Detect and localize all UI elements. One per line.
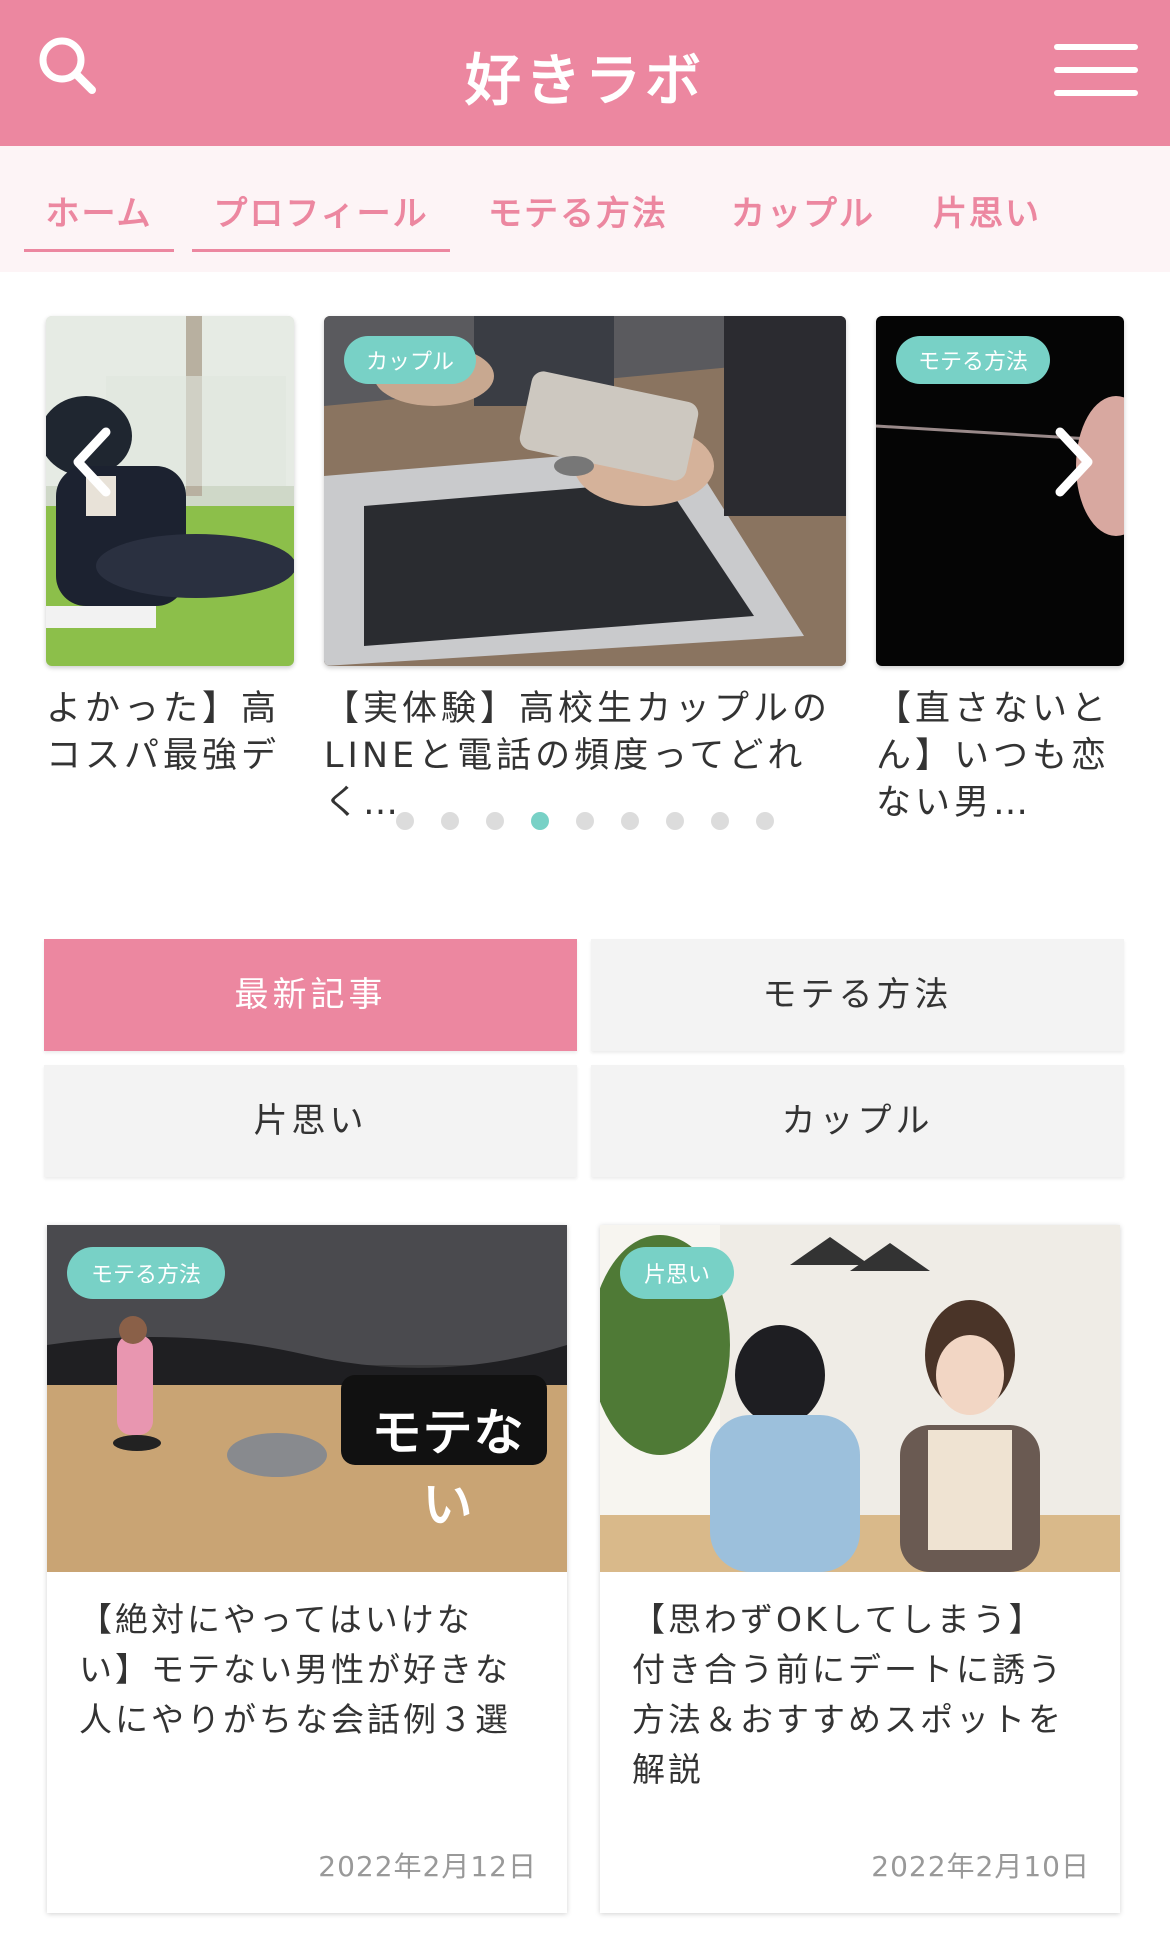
pagination-dot[interactable] [666,812,685,830]
slide-title: よかった】高 コスパ最強デ [46,689,281,776]
slide-image: カップル [324,316,846,666]
tab-latest[interactable]: 最新記事 [44,939,577,1051]
article-thumbnail: 片思い [600,1225,1120,1572]
article-thumbnail: モテない モテる方法 [47,1225,567,1572]
carousel-next-button[interactable] [1048,422,1098,502]
sign-text: モテない [371,1404,525,1534]
article-date: 2022年2月10日 [871,1850,1090,1883]
hamburger-menu-icon[interactable] [1054,44,1138,96]
article-card[interactable]: 片思い 【思わずOKしてしまう】 付き合う前にデートに誘う 方法＆おすすめスポッ… [600,1225,1120,1913]
pagination-dot[interactable] [621,812,640,830]
slide-title: 【直さないと ん】いつも恋 ない男… [876,689,1111,823]
nav-item-couple[interactable]: カップル [718,186,888,252]
article-date: 2022年2月12日 [318,1850,537,1883]
category-nav: ホーム プロフィール モテる方法 カップル 片思い [0,146,1170,272]
category-badge: カップル [344,336,477,384]
nav-item-home[interactable]: ホーム [24,186,174,252]
pagination-dot-active[interactable] [530,812,549,830]
nav-item-kataomoi[interactable]: 片思い [922,186,1052,252]
pagination-dot[interactable] [756,812,775,830]
category-badge: モテる方法 [67,1247,226,1299]
tab-mote[interactable]: モテる方法 [591,939,1124,1051]
pagination-dot[interactable] [395,812,414,830]
tab-kataomoi[interactable]: 片思い [44,1065,577,1177]
site-title[interactable]: 好きラボ [0,36,1170,117]
carousel-slide[interactable]: モテる方法 【直さないと ん】いつも恋 ない男… [876,316,1124,826]
slide-title: 【実体験】高校生カップルの LINEと電話の頻度ってどれ く… [324,689,832,823]
carousel-slide[interactable]: カップル 【実体験】高校生カップルの LINEと電話の頻度ってどれ く… [324,316,846,826]
chevron-right-icon [1055,427,1093,497]
article-title: 【思わずOKしてしまう】 付き合う前にデートに誘う 方法＆おすすめスポットを 解… [632,1600,1064,1789]
carousel-slide[interactable]: よかった】高 コスパ最強デ [46,316,294,780]
article-card[interactable]: モテない モテる方法 【絶対にやってはいけな い】モテない男性が好きな 人にやり… [47,1225,567,1913]
pagination-dot[interactable] [440,812,459,830]
carousel-prev-button[interactable] [68,422,118,502]
tab-couple[interactable]: カップル [591,1065,1124,1177]
article-title: 【絶対にやってはいけな い】モテない男性が好きな 人にやりがちな会話例３選 [79,1600,511,1739]
category-badge: モテる方法 [896,336,1051,384]
pagination-dot[interactable] [485,812,504,830]
chevron-left-icon [73,427,111,497]
nav-item-profile[interactable]: プロフィール [192,186,450,252]
site-header: 好きラボ [0,0,1170,146]
featured-carousel: よかった】高 コスパ最強デ カップル 【実体験】高校生カップルの LINEと電話… [0,272,1170,872]
nav-item-mote[interactable]: モテる方法 [478,186,678,252]
category-badge: 片思い [620,1247,735,1299]
pagination-dot[interactable] [576,812,594,830]
carousel-pagination [0,812,1170,832]
pagination-dot[interactable] [711,812,730,830]
